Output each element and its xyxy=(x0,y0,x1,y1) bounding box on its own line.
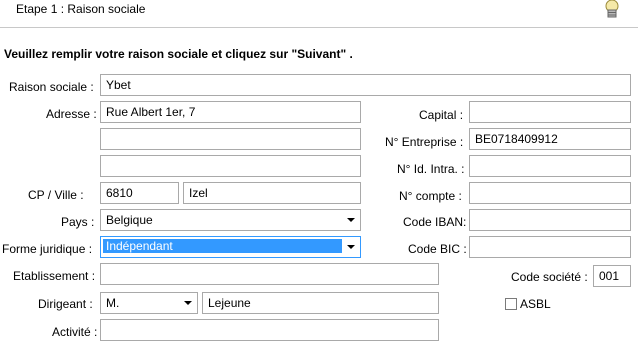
code-societe-input[interactable]: 001 xyxy=(593,265,631,287)
adresse-line2-input[interactable] xyxy=(100,128,361,150)
pays-value: Belgique xyxy=(106,213,153,227)
cp-input[interactable]: 6810 xyxy=(100,182,179,204)
wizard-header: Etape 1 : Raison sociale xyxy=(0,0,638,26)
capital-input[interactable] xyxy=(469,101,631,123)
ville-input[interactable]: Izel xyxy=(183,182,361,204)
civilite-value: M. xyxy=(106,296,120,310)
n-id-intra-label: N° Id. Intra. : xyxy=(397,162,465,176)
code-societe-label: Code société : xyxy=(511,270,588,284)
chevron-down-icon[interactable] xyxy=(184,301,192,305)
activite-input[interactable] xyxy=(100,319,439,341)
forme-juridique-select[interactable]: Indépendant xyxy=(100,236,361,258)
activite-label: Activité : xyxy=(52,325,98,339)
n-id-intra-input[interactable] xyxy=(469,155,631,177)
cp-ville-label: CP / Ville : xyxy=(28,188,84,202)
step-title: Etape 1 : Raison sociale xyxy=(16,2,146,16)
n-compte-label: N° compte : xyxy=(399,189,462,203)
raison-sociale-label: Raison sociale : xyxy=(9,80,94,94)
adresse-line1-input[interactable]: Rue Albert 1er, 7 xyxy=(100,101,361,123)
chevron-down-icon[interactable] xyxy=(347,245,355,249)
capital-label: Capital : xyxy=(419,108,464,122)
civilite-select[interactable]: M. xyxy=(100,292,198,314)
n-entreprise-input[interactable]: BE0718409912 xyxy=(469,128,631,150)
pays-select[interactable]: Belgique xyxy=(100,209,361,231)
asbl-label: ASBL xyxy=(520,297,551,311)
code-bic-label: Code BIC : xyxy=(408,242,467,256)
adresse-line3-input[interactable] xyxy=(100,155,361,177)
dirigeant-label: Dirigeant : xyxy=(38,297,93,311)
header-divider xyxy=(0,27,638,28)
asbl-checkbox[interactable] xyxy=(505,298,517,310)
forme-juridique-label: Forme juridique : xyxy=(2,242,93,256)
dirigeant-nom-input[interactable]: Lejeune xyxy=(202,292,439,314)
raison-sociale-input[interactable]: Ybet xyxy=(100,74,631,96)
forme-juridique-value: Indépendant xyxy=(103,239,342,253)
adresse-label: Adresse : xyxy=(46,107,97,121)
code-iban-input[interactable] xyxy=(469,209,631,231)
code-bic-input[interactable] xyxy=(469,236,631,258)
instruction-text: Veuillez remplir votre raison sociale et… xyxy=(4,47,353,61)
chevron-down-icon[interactable] xyxy=(347,218,355,222)
code-iban-label: Code IBAN: xyxy=(403,215,467,229)
n-compte-input[interactable] xyxy=(469,182,631,204)
etablissement-input[interactable] xyxy=(100,263,439,285)
pays-label: Pays : xyxy=(61,215,95,229)
lightbulb-icon xyxy=(605,0,619,18)
etablissement-label: Etablissement : xyxy=(13,269,96,283)
n-entreprise-label: N° Entreprise : xyxy=(385,135,464,149)
